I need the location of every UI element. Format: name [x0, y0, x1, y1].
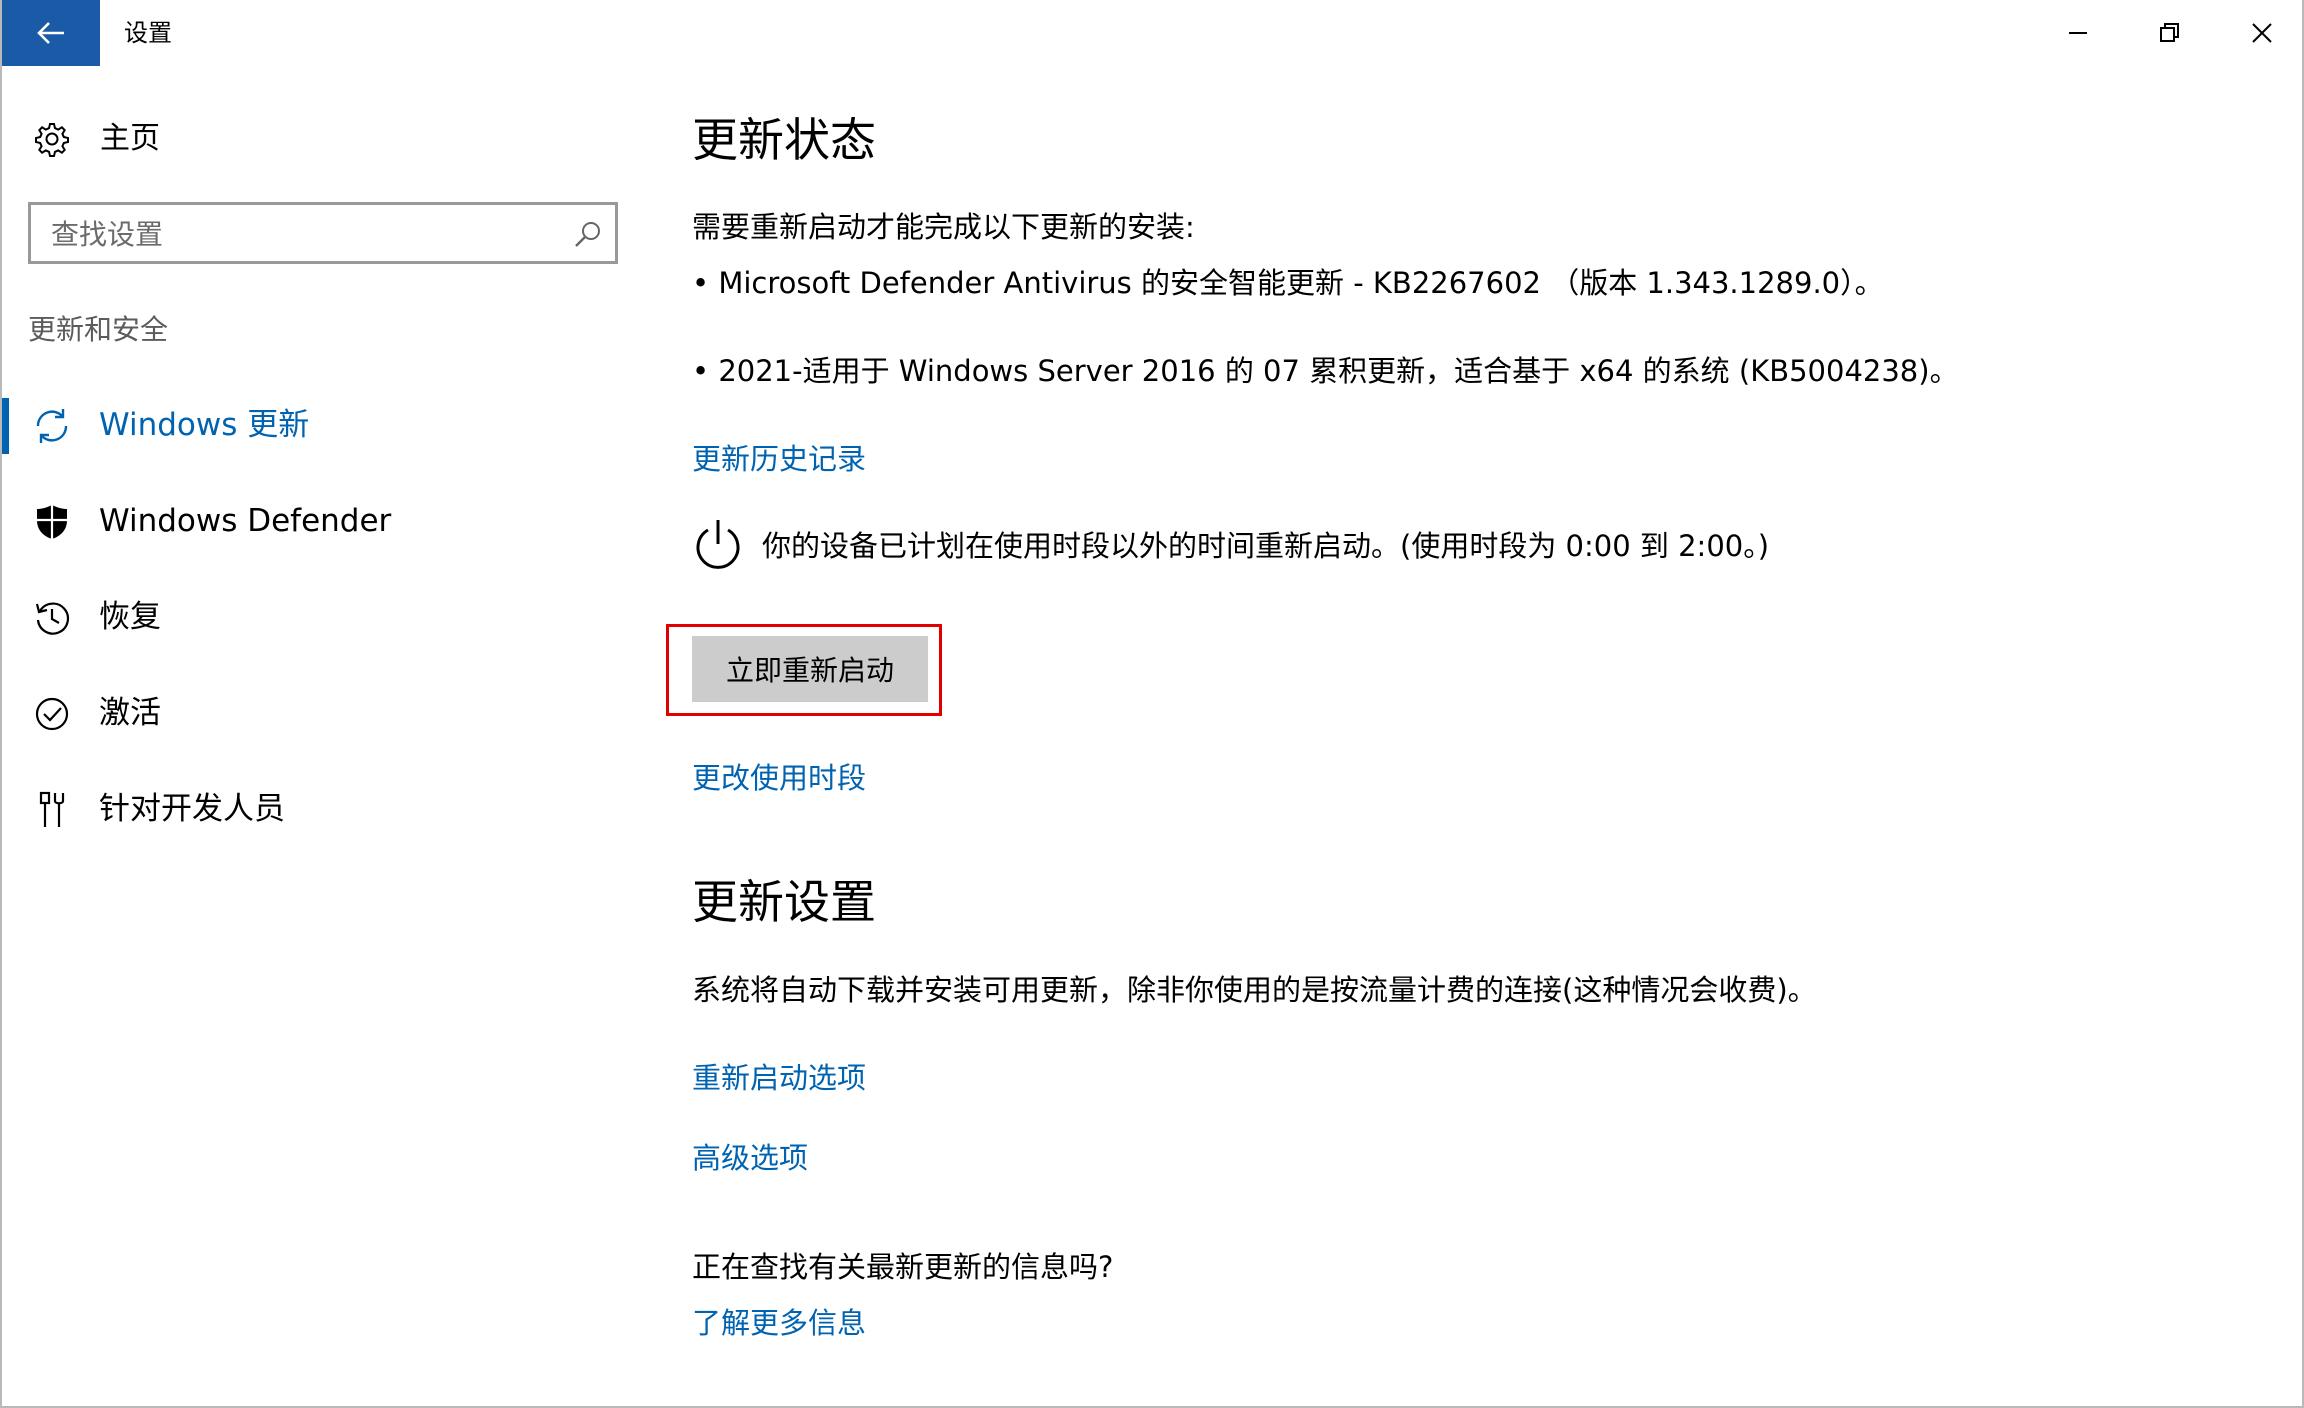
sidebar-item-label: 激活	[99, 695, 161, 731]
section-label: 更新和安全	[28, 313, 169, 346]
sidebar-item-label: Windows 更新	[99, 407, 310, 443]
sidebar-item-windows-update[interactable]: Windows 更新	[2, 386, 632, 466]
shield-icon	[28, 498, 76, 546]
update-settings-heading: 更新设置	[692, 875, 876, 929]
restart-now-button[interactable]: 立即重新启动	[692, 636, 928, 702]
close-button[interactable]	[2216, 0, 2302, 66]
sidebar-item-recovery[interactable]: 恢复	[2, 578, 632, 658]
settings-window: 设置 主页 查找设置 更新和安全 Windows 更新 Windows Defe…	[0, 0, 2304, 1408]
restore-button[interactable]	[2124, 0, 2216, 66]
close-icon	[2252, 23, 2272, 43]
sidebar-item-label: 针对开发人员	[99, 791, 285, 827]
back-button[interactable]	[2, 0, 100, 66]
window-title: 设置	[124, 19, 172, 47]
restore-icon	[2160, 23, 2179, 42]
sidebar-item-label: 恢复	[99, 599, 161, 635]
history-icon	[28, 594, 76, 642]
info-question: 正在查找有关最新更新的信息吗?	[692, 1250, 1114, 1284]
sync-icon	[28, 402, 76, 450]
update-status-heading: 更新状态	[692, 113, 876, 167]
learn-more-link[interactable]: 了解更多信息	[692, 1303, 866, 1343]
auto-update-description: 系统将自动下载并安装可用更新，除非你使用的是按流量计费的连接(这种情况会收费)。	[692, 973, 1817, 1007]
search-input[interactable]	[49, 211, 573, 257]
developer-tools-icon	[28, 786, 76, 834]
active-indicator	[2, 398, 9, 454]
arrow-left-icon	[37, 22, 64, 44]
restart-schedule-text: 你的设备已计划在使用时段以外的时间重新启动。(使用时段为 0:00 到 2:00…	[762, 529, 1770, 563]
restart-options-link[interactable]: 重新启动选项	[692, 1058, 866, 1098]
sidebar-item-windows-defender[interactable]: Windows Defender	[2, 482, 632, 562]
pending-update-item: • Microsoft Defender Antivirus 的安全智能更新 -…	[692, 266, 1884, 300]
power-icon	[696, 520, 740, 569]
check-circle-icon	[28, 690, 76, 738]
search-box[interactable]	[28, 202, 618, 264]
sidebar-item-label: Windows Defender	[99, 503, 392, 539]
sidebar-item-developers[interactable]: 针对开发人员	[2, 770, 632, 850]
advanced-options-link[interactable]: 高级选项	[692, 1138, 808, 1178]
title-bar: 设置	[2, 0, 2302, 66]
gear-icon	[28, 116, 76, 162]
search-icon[interactable]	[573, 219, 603, 249]
update-history-link[interactable]: 更新历史记录	[692, 439, 866, 479]
pending-update-item: • 2021-适用于 Windows Server 2016 的 07 累积更新…	[692, 354, 1959, 388]
change-active-hours-link[interactable]: 更改使用时段	[692, 758, 866, 798]
nav-home[interactable]: 主页	[28, 116, 160, 162]
minimize-icon	[2069, 32, 2087, 34]
restart-required-text: 需要重新启动才能完成以下更新的安装:	[692, 210, 1195, 244]
nav-home-label: 主页	[100, 121, 160, 156]
sidebar-item-activation[interactable]: 激活	[2, 674, 632, 754]
minimize-button[interactable]	[2032, 0, 2124, 66]
